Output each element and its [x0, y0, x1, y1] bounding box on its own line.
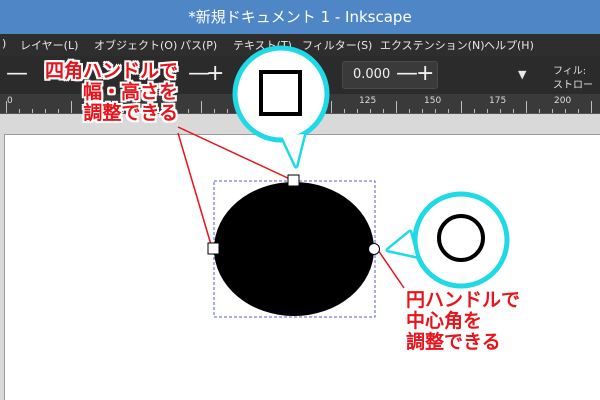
- annotation-line: 調整できる: [406, 331, 501, 353]
- circle-handle-right[interactable]: [368, 243, 380, 255]
- pointer-line-left: [177, 132, 213, 249]
- annotation-line: 中心角を: [406, 310, 483, 332]
- pointer-line-right: [377, 249, 405, 289]
- annotation-line: 円ハンドルで: [406, 289, 521, 311]
- annotation-line: 四角ハンドルで: [44, 60, 178, 82]
- callout-bubble-top: [232, 45, 330, 143]
- square-handle-left[interactable]: [207, 242, 220, 255]
- circle-handle-annotation: 円ハンドルで 中心角を 調整できる: [406, 290, 520, 353]
- annotation-line: 幅・高さを: [82, 81, 178, 103]
- square-handle-annotation: 四角ハンドルで 幅・高さを 調整できる: [14, 61, 178, 124]
- square-handle-top[interactable]: [287, 174, 300, 187]
- annotation-line: 調整できる: [83, 102, 178, 124]
- callout-bubble-right: [412, 191, 510, 289]
- black-ellipse[interactable]: [214, 182, 374, 316]
